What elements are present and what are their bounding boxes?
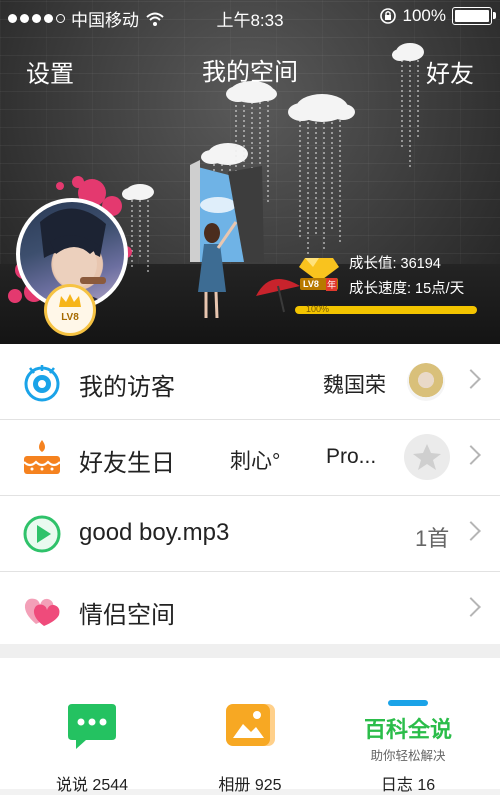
chevron-right-icon xyxy=(461,597,481,617)
cover-area[interactable]: 中国移动 上午8:33 100% 设置 我的空间 好友 LV8 LV8 年 成长… xyxy=(0,0,500,344)
visitor-name: 魏国荣 xyxy=(323,374,386,397)
growth-value: 成长值: 36194 xyxy=(349,256,441,272)
watermark-subtitle: 助你轻松解决 xyxy=(370,749,446,763)
tile-diary-label: 日志 16 xyxy=(380,777,436,794)
list-item-birthday[interactable]: 好友生日 刺心° Pro... xyxy=(0,420,500,496)
visitor-avatar xyxy=(407,363,445,401)
orientation-lock-icon xyxy=(379,8,396,24)
space-menu-list: 我的访客 魏国荣 好友生日 刺心° Pro... good boy.mp3 1首 xyxy=(0,344,500,647)
list-item-couple[interactable]: 情侣空间 xyxy=(0,572,500,647)
section-divider xyxy=(0,644,500,658)
level-badge-text: LV8 xyxy=(303,279,319,289)
birthday-friend-2: Pro... xyxy=(326,445,377,468)
speech-bubble-icon xyxy=(68,704,116,749)
music-title: good boy.mp3 xyxy=(79,519,230,546)
status-bar: 中国移动 上午8:33 100% xyxy=(0,0,500,32)
star-icon xyxy=(413,444,441,470)
watermark: 百科全说 助你轻松解决 xyxy=(364,712,452,764)
friends-button[interactable]: 好友 xyxy=(426,54,474,89)
chevron-right-icon xyxy=(461,369,481,389)
list-item-visitors[interactable]: 我的访客 魏国荣 xyxy=(0,344,500,420)
battery-percent: 100% xyxy=(402,6,446,25)
level-badge-year: 年 xyxy=(326,278,338,291)
top-nav: 设置 我的空间 好友 xyxy=(0,50,500,90)
chevron-right-icon xyxy=(461,521,481,541)
chevron-right-icon xyxy=(461,445,481,465)
tile-album-label: 相册 925 xyxy=(218,777,282,794)
avatar-level-badge: LV8 xyxy=(44,284,96,336)
battery-icon xyxy=(452,7,496,25)
visitors-label: 我的访客 xyxy=(79,374,175,401)
growth-info[interactable]: 成长值: 36194 成长速度: 15点/天 xyxy=(349,252,464,302)
music-count: 1首 xyxy=(415,526,450,551)
growth-speed: 成长速度: 15点/天 xyxy=(349,281,465,297)
watermark-title: 百科全说 xyxy=(364,717,453,742)
hearts-icon xyxy=(24,598,60,626)
growth-progress-text: 100% xyxy=(306,304,330,314)
cloud-4 xyxy=(201,143,248,165)
window-curtain xyxy=(190,160,264,262)
couple-space-label: 情侣空间 xyxy=(79,602,175,629)
cloud-2 xyxy=(288,94,355,122)
tile-shuoshuo-label: 说说 2544 xyxy=(55,777,129,794)
cloud-5 xyxy=(122,184,154,200)
birthday-label: 好友生日 xyxy=(79,450,175,477)
page-title: 我的空间 xyxy=(202,59,298,86)
birthday-friend-avatar xyxy=(404,434,450,480)
crown-icon xyxy=(59,294,81,307)
birthday-cake-icon xyxy=(23,440,61,474)
tile-album[interactable]: 相册 925 xyxy=(180,700,320,795)
tile-shuoshuo[interactable]: 说说 2544 xyxy=(22,700,162,795)
play-icon xyxy=(23,515,61,553)
list-item-music[interactable]: good boy.mp3 1首 xyxy=(0,496,500,572)
umbrella-shape xyxy=(256,278,300,313)
photo-album-icon xyxy=(226,704,275,746)
eye-icon xyxy=(24,365,60,402)
birthday-friend-1: 刺心° xyxy=(230,450,281,473)
